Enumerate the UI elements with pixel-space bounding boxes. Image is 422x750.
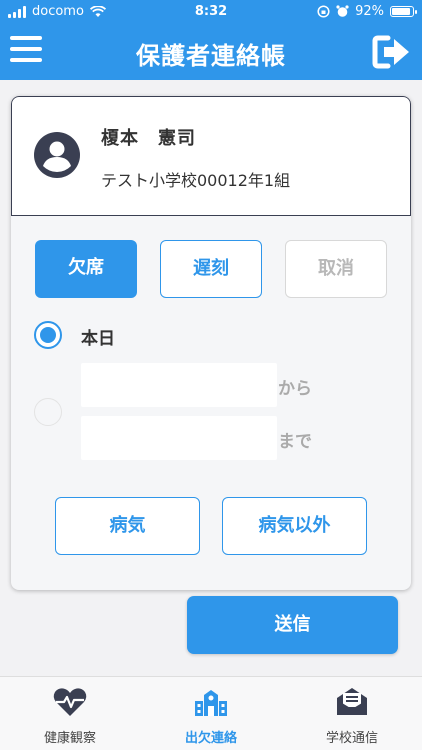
send-button[interactable]: 送信	[187, 596, 398, 654]
app-header: docomo 8:32 92% 保護者連絡帳	[0, 0, 422, 80]
tab-bar: 健康観察 出欠連絡 学校通信	[0, 676, 422, 750]
student-info: 榎本 憲司 テスト小学校00012年1組	[11, 96, 411, 216]
heart-pulse-icon	[53, 688, 87, 716]
tab-label: 健康観察	[43, 731, 96, 746]
today-radio[interactable]	[34, 321, 62, 349]
from-date-field[interactable]	[81, 363, 277, 407]
tab-health-check[interactable]: 健康観察	[0, 677, 140, 750]
alarm-icon	[336, 5, 349, 17]
logout-icon[interactable]	[372, 34, 412, 70]
battery-icon	[390, 6, 417, 17]
orientation-lock-icon	[317, 5, 330, 18]
status-bar: docomo 8:32 92%	[0, 0, 422, 24]
cancel-button[interactable]: 取消	[285, 240, 387, 298]
absent-button[interactable]: 欠席	[35, 240, 137, 298]
tab-label: 学校通信	[325, 731, 378, 746]
to-suffix: まで	[278, 432, 312, 452]
page-title: 保護者連絡帳	[136, 42, 286, 70]
person-icon	[34, 132, 80, 178]
non-illness-button[interactable]: 病気以外	[222, 497, 367, 555]
battery-percent: 92%	[355, 4, 384, 19]
tab-label: 出欠連絡	[184, 731, 237, 746]
attendance-card: 榎本 憲司 テスト小学校00012年1組 欠席 遅刻 取消 本日 から まで 病…	[11, 96, 411, 590]
student-name: 榎本 憲司	[101, 128, 196, 149]
mail-inbox-icon	[337, 688, 367, 715]
date-range-radio[interactable]	[34, 398, 62, 426]
illness-button[interactable]: 病気	[55, 497, 200, 555]
today-label: 本日	[81, 329, 115, 349]
school-building-icon	[195, 690, 227, 716]
late-button[interactable]: 遅刻	[160, 240, 262, 298]
student-school-class: テスト小学校00012年1組	[101, 171, 291, 190]
navbar: 保護者連絡帳	[0, 24, 422, 80]
tab-school-news[interactable]: 学校通信	[282, 677, 422, 750]
to-date-field[interactable]	[81, 416, 277, 460]
tab-attendance[interactable]: 出欠連絡	[141, 677, 281, 750]
from-suffix: から	[278, 379, 312, 399]
